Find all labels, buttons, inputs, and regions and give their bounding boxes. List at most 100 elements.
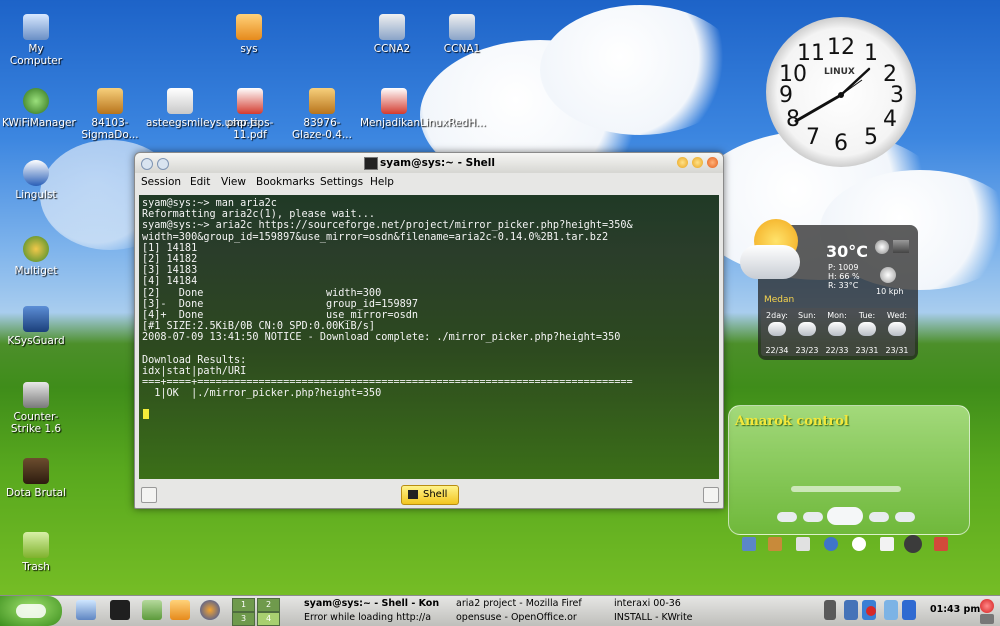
tab-shell[interactable]: Shell	[401, 485, 459, 505]
desktop-icon-counter-strike[interactable]: Counter-Strike 1.6	[2, 382, 70, 435]
globe-icon[interactable]	[904, 535, 922, 553]
desktop-icon-sigmado[interactable]: 84103-SigmaDo...	[76, 88, 144, 141]
forecast-temps: 23/23	[795, 346, 819, 355]
window-menu-icon[interactable]	[141, 158, 153, 170]
tab-label: Shell	[423, 489, 448, 500]
stop-icon[interactable]	[866, 606, 876, 616]
start-menu-button[interactable]	[0, 596, 62, 626]
volume-icon[interactable]	[824, 600, 836, 620]
desktop-icon-asteegsmileys[interactable]: asteegsmileys.user.js	[146, 88, 258, 129]
desktop-icon-ccna2[interactable]: CCNA2	[358, 14, 426, 55]
menu-bookmarks[interactable]: Bookmarks	[256, 176, 315, 188]
amarok-progress-bar[interactable]	[791, 486, 901, 492]
menu-view[interactable]: View	[221, 176, 246, 188]
weather-pressure: P: 1009	[828, 263, 859, 272]
globe-icon[interactable]	[875, 240, 889, 254]
desktop-icon-menjadikan[interactable]: MenjadikanLinuxRedH...	[360, 88, 486, 129]
package-icon[interactable]	[768, 537, 782, 551]
weather-humidity: H: 66 %	[828, 272, 860, 281]
desktop-icon-my-computer[interactable]: My Computer	[2, 14, 70, 67]
network-icon[interactable]	[824, 537, 838, 551]
forecast-temps: 22/34	[765, 346, 789, 355]
screen-icon[interactable]	[884, 600, 898, 620]
weather-wind: 10 kph	[876, 287, 904, 296]
desktop-icon-lingulst[interactable]: Lingulst	[2, 160, 70, 201]
rain-cloud-icon	[798, 322, 816, 336]
drive-icon[interactable]	[796, 537, 810, 551]
trash-icon	[23, 532, 49, 558]
maximize-button[interactable]	[692, 157, 703, 168]
game-icon	[23, 382, 49, 408]
terminal-icon[interactable]	[110, 600, 130, 620]
task-error[interactable]: Error while loading http://a	[304, 612, 452, 623]
download-icon	[23, 236, 49, 262]
forecast-day: Wed:	[886, 311, 908, 320]
close-button[interactable]	[707, 157, 718, 168]
desktop-icon-php-tips[interactable]: php-tips-11.pdf	[216, 88, 284, 141]
document-icon[interactable]	[880, 537, 894, 551]
window-titlebar[interactable]: syam@sys:~ - Shell	[135, 153, 723, 173]
forecast-day: Tue:	[858, 311, 876, 320]
desktop-icon-label: KSysGuard	[7, 335, 65, 347]
desktop-icon-glaze[interactable]: 83976-Glaze-0.4...	[288, 88, 356, 141]
menu-edit[interactable]: Edit	[190, 176, 210, 188]
konsole-window[interactable]: syam@sys:~ - Shell Session Edit View Boo…	[134, 152, 724, 509]
messenger-icon[interactable]	[902, 600, 916, 620]
task-firefox[interactable]: aria2 project - Mozilla Firef	[456, 598, 592, 609]
task-konsole[interactable]: syam@sys:~ - Shell - Kon	[304, 598, 452, 609]
desktop-icon-ksysguard[interactable]: KSysGuard	[2, 306, 70, 347]
desktop-icon-kwifimanager[interactable]: KWiFiManager	[2, 88, 76, 129]
weather-widget: 30°C P: 1009 H: 66 % R: 33°C 10 kph Meda…	[740, 219, 918, 360]
map-icon[interactable]	[893, 240, 909, 253]
desktop-icon-sys[interactable]: sys	[215, 14, 283, 55]
pager-desktop-2[interactable]: 2	[257, 598, 280, 612]
forward-icon[interactable]	[869, 512, 889, 522]
task-interaxi[interactable]: interaxi 00-36	[614, 598, 724, 609]
pager-desktop-3[interactable]: 3	[232, 612, 255, 626]
settings-icon[interactable]	[934, 537, 948, 551]
opensuse-logo-icon	[16, 604, 46, 618]
desktop-icon-label: Lingulst	[15, 189, 57, 201]
play-icon[interactable]	[827, 507, 863, 525]
desktop-icon-multiget[interactable]: Multiget	[2, 236, 70, 277]
task-openoffice[interactable]: opensuse - OpenOffice.or	[456, 612, 592, 623]
weather-realfeel: R: 33°C	[828, 281, 859, 290]
sun-cloud-icon	[740, 219, 810, 289]
menu-session[interactable]: Session	[141, 176, 181, 188]
next-icon[interactable]	[895, 512, 915, 522]
firefox-icon[interactable]	[200, 600, 220, 620]
terminal-area[interactable]: syam@sys:~> man aria2c Reformatting aria…	[139, 195, 719, 479]
konsole-tabbar: Shell	[135, 483, 723, 508]
weather-city: Medan	[764, 295, 795, 305]
monitor-icon[interactable]	[742, 537, 756, 551]
menu-settings[interactable]: Settings	[320, 176, 363, 188]
new-tab-icon[interactable]	[141, 487, 157, 503]
book-icon	[449, 14, 475, 40]
pager-desktop-4[interactable]: 4	[257, 612, 280, 626]
desktop-icon-ccna1[interactable]: CCNA1	[428, 14, 496, 55]
desktop-icon-dota-brutal[interactable]: Dota Brutal	[2, 458, 70, 499]
desktop-icon-trash[interactable]: Trash	[2, 532, 70, 573]
tools-icon[interactable]	[142, 600, 162, 620]
desktop-icon[interactable]	[76, 600, 96, 620]
shutdown-icon[interactable]	[980, 599, 994, 613]
forecast-day: Mon:	[827, 311, 847, 320]
wifi-icon	[23, 88, 49, 114]
lock-icon[interactable]	[980, 614, 994, 624]
previous-icon[interactable]	[777, 512, 797, 522]
network-tray-icon[interactable]	[844, 600, 858, 620]
terminal-output: syam@sys:~> man aria2c Reformatting aria…	[142, 198, 633, 400]
computer-icon	[23, 14, 49, 40]
rewind-icon[interactable]	[803, 512, 823, 522]
close-tab-icon[interactable]	[703, 487, 719, 503]
home-folder-icon[interactable]	[170, 600, 190, 620]
minimize-button[interactable]	[677, 157, 688, 168]
pager-desktop-1[interactable]: 1	[232, 598, 255, 612]
clock-icon[interactable]	[852, 537, 866, 551]
folder-icon	[236, 14, 262, 40]
task-kwrite[interactable]: INSTALL - KWrite	[614, 612, 724, 623]
menu-help[interactable]: Help	[370, 176, 394, 188]
analog-clock-widget: LINUX 12 1 2 3 4 5 6 7 8 9 10 11	[766, 17, 916, 167]
panel-clock[interactable]: 01:43 pm	[930, 604, 980, 615]
sticky-icon[interactable]	[157, 158, 169, 170]
